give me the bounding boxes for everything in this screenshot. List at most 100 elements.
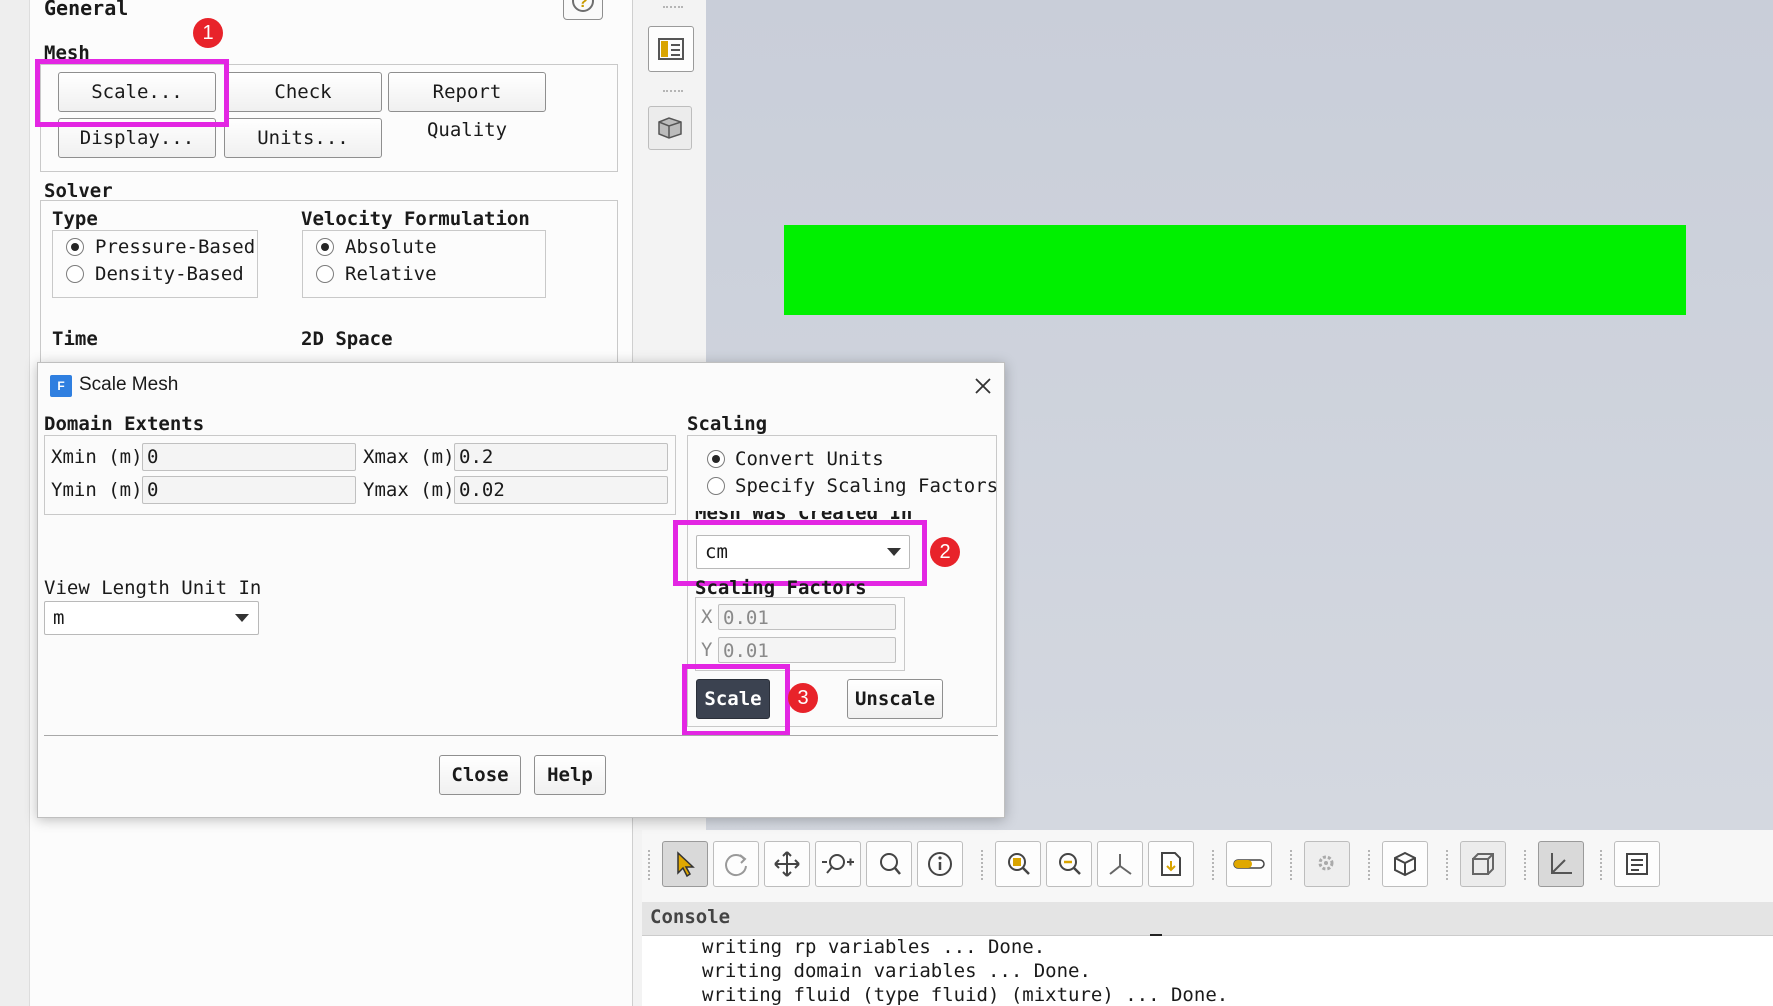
save-picture-button[interactable]	[1148, 841, 1194, 887]
toolbar-grip	[1446, 850, 1449, 880]
ymin-field[interactable]: 0	[142, 476, 356, 504]
panel-toggle-button[interactable]	[648, 26, 694, 72]
select-pointer-button[interactable]	[662, 841, 708, 887]
rotate-button[interactable]	[713, 841, 759, 887]
grip	[663, 90, 683, 96]
help-icon: ?	[572, 0, 594, 12]
mesh-rectangle	[784, 225, 1686, 315]
toolbar-grip	[981, 850, 984, 880]
view-length-dropdown[interactable]: m	[44, 601, 259, 635]
axes-button[interactable]	[1097, 841, 1143, 887]
time-label: Time	[52, 328, 98, 350]
console-line: writing rp variables ... Done.	[702, 936, 1046, 958]
help-button[interactable]: ?	[563, 0, 603, 20]
zoom-button[interactable]	[866, 841, 912, 887]
notes-button[interactable]	[1614, 841, 1660, 887]
2d-axes-icon	[1551, 853, 1572, 874]
text-cursor	[1150, 934, 1162, 936]
type-label: Type	[52, 208, 98, 230]
left-edge-strip	[0, 0, 30, 1006]
view-settings-icon	[1318, 855, 1334, 871]
xmax-label: Xmax (m)	[363, 446, 455, 468]
specify-scaling-factors-label: Specify Scaling Factors	[735, 475, 999, 497]
report-quality-button[interactable]: Report Quality	[388, 72, 546, 141]
toolbar-grip	[1600, 850, 1603, 880]
isometric-view-icon	[1394, 851, 1416, 877]
x-factor-label: X	[701, 606, 713, 628]
zoom-to-fit-button[interactable]	[995, 841, 1041, 887]
dialog-title: Scale Mesh	[79, 374, 179, 395]
absolute-radio[interactable]	[316, 238, 334, 256]
view-length-label: View Length Unit In	[44, 577, 262, 599]
scaling-factors-label: Scaling Factors	[695, 577, 867, 599]
highlight-box-1	[35, 59, 229, 127]
console-header: Console	[642, 902, 1773, 936]
view-cube-button[interactable]	[1460, 841, 1506, 887]
scale-mesh-dialog: F Scale Mesh Domain Extents Xmin (m) 0 X…	[37, 362, 1005, 818]
console-line: writing fluid (type fluid) (mixture) ...…	[702, 984, 1229, 1006]
convert-units-label: Convert Units	[735, 448, 884, 470]
probe-info-icon	[928, 852, 952, 876]
close-dialog-button[interactable]	[970, 373, 996, 399]
pan-button[interactable]	[764, 841, 810, 887]
zoom-box-button[interactable]	[1046, 841, 1092, 887]
zoom-icon	[880, 853, 901, 875]
rotate-icon	[725, 854, 747, 877]
transparency-button[interactable]	[1226, 841, 1272, 887]
step-badge-3: 3	[788, 683, 818, 713]
pressure-based-label: Pressure-Based	[95, 236, 256, 258]
velocity-formulation-label: Velocity Formulation	[301, 208, 530, 230]
relative-label: Relative	[345, 263, 437, 285]
scaling-label: Scaling	[687, 413, 768, 435]
solver-section-label: Solver	[44, 180, 113, 202]
axes-icon	[1109, 854, 1132, 875]
toolbar-grip	[1524, 850, 1527, 880]
zoom-box-icon	[1059, 853, 1081, 875]
units-button[interactable]: Units...	[224, 118, 382, 158]
view-cube-icon	[1472, 853, 1494, 875]
specify-scaling-factors-radio[interactable]	[707, 477, 725, 495]
y-factor-field[interactable]: 0.01	[718, 637, 896, 663]
console-output[interactable]: writing rp variables ... Done. writing d…	[642, 934, 1773, 1006]
xmax-field[interactable]: 0.2	[454, 443, 668, 471]
chevron-down-icon	[235, 614, 249, 622]
view-settings-button[interactable]	[1304, 841, 1350, 887]
density-based-radio[interactable]	[66, 265, 84, 283]
relative-radio[interactable]	[316, 265, 334, 283]
mesh-display-button[interactable]	[648, 106, 692, 150]
close-button[interactable]: Close	[439, 755, 521, 795]
toolbar-grip	[1290, 850, 1293, 880]
check-button[interactable]: Check	[224, 72, 382, 112]
step-badge-1: 1	[193, 18, 223, 48]
unscale-button[interactable]: Unscale	[847, 679, 943, 719]
dialog-divider	[44, 735, 998, 736]
zoom-in-out-button[interactable]	[815, 841, 861, 887]
panel-title: General	[44, 0, 129, 20]
isometric-view-button[interactable]	[1382, 841, 1428, 887]
pan-icon	[774, 851, 800, 877]
ymin-label: Ymin (m)	[51, 479, 143, 501]
graphics-toolbar	[642, 830, 1773, 902]
app-icon: F	[50, 375, 72, 397]
ymax-field[interactable]: 0.02	[454, 476, 668, 504]
x-factor-field[interactable]: 0.01	[718, 604, 896, 630]
close-icon	[975, 378, 991, 394]
console-line: writing domain variables ... Done.	[702, 960, 1091, 982]
help-dialog-button[interactable]: Help	[534, 755, 606, 795]
notes-icon	[1626, 853, 1648, 875]
probe-button[interactable]	[917, 841, 963, 887]
grip	[663, 6, 683, 12]
pressure-based-radio[interactable]	[66, 238, 84, 256]
convert-units-radio[interactable]	[707, 450, 725, 468]
y-factor-label: Y	[701, 639, 713, 661]
absolute-label: Absolute	[345, 236, 437, 258]
separator	[632, 830, 642, 1006]
toolbar-grip	[648, 850, 651, 880]
view-length-value: m	[53, 607, 65, 629]
save-picture-icon	[1161, 852, 1181, 876]
highlight-box-3	[682, 664, 790, 736]
density-based-label: Density-Based	[95, 263, 244, 285]
xmin-field[interactable]: 0	[142, 443, 356, 471]
ymax-label: Ymax (m)	[363, 479, 455, 501]
2d-axes-button[interactable]	[1538, 841, 1584, 887]
